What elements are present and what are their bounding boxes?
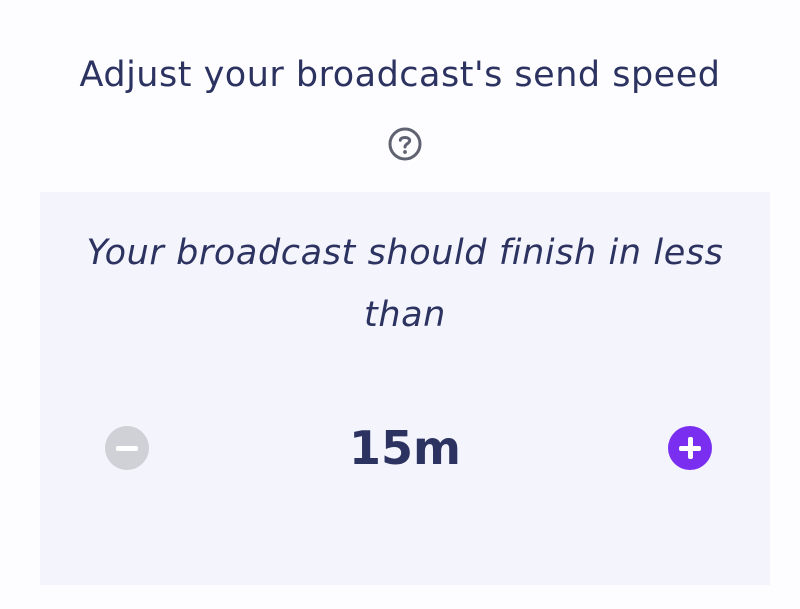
finish-time-label: Your broadcast should finish in less tha… [86,233,724,335]
page-title: Adjust your broadcast's send speed [79,55,721,95]
duration-value: 15m [349,421,461,475]
plus-icon-vertical [687,437,693,459]
increase-duration-button[interactable] [668,426,712,470]
send-speed-panel: Your broadcast should finish in less tha… [40,192,770,585]
help-icon[interactable] [387,126,423,162]
